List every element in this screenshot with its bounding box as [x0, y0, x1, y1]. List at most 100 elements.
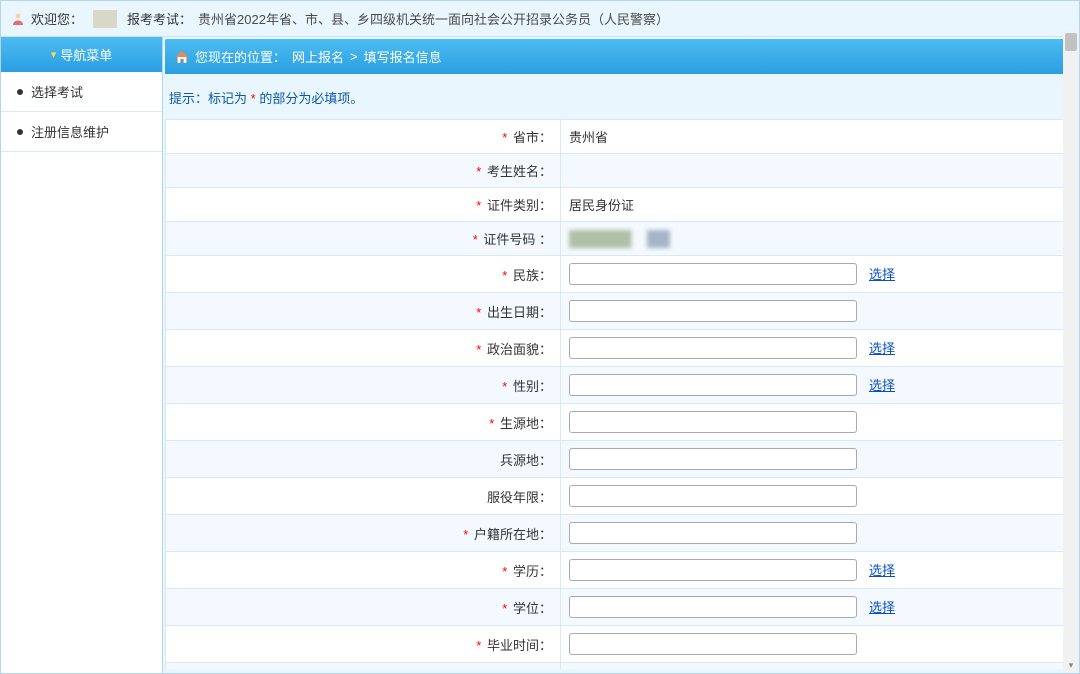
field-label-text: 户籍所在地：	[474, 527, 552, 542]
scroll-down-icon[interactable]: ▾	[1063, 657, 1079, 673]
field-label-text: 毕业时间：	[487, 638, 552, 653]
form-row: * 户籍所在地：	[166, 515, 1077, 552]
field-value	[561, 515, 1077, 552]
field-value: 选择	[561, 330, 1077, 367]
field-input[interactable]	[569, 522, 857, 544]
select-link[interactable]: 选择	[869, 267, 895, 282]
field-value	[561, 663, 1077, 670]
form-row: * 毕业院校：	[166, 663, 1077, 670]
field-text-value: 居民身份证	[569, 198, 634, 213]
form-row: * 证件类别： 居民身份证	[166, 188, 1077, 222]
field-input[interactable]	[569, 485, 857, 507]
field-label-text: 兵源地：	[500, 453, 552, 468]
exam-label: 报考考试：	[127, 9, 192, 28]
field-value	[561, 293, 1077, 330]
home-icon	[175, 50, 189, 64]
field-label-text: 省市：	[513, 130, 552, 145]
hint: 提示：标记为 * 的部分为必填项。	[163, 76, 1079, 119]
topbar: 欢迎您： 报考考试： 贵州省2022年省、市、县、乡四级机关统一面向社会公开招录…	[1, 1, 1079, 37]
field-label: * 学位：	[166, 589, 561, 626]
field-input[interactable]	[569, 633, 857, 655]
form-row: * 毕业时间：	[166, 626, 1077, 663]
page-scrollbar[interactable]: ▴ ▾	[1063, 31, 1079, 673]
field-text-value: 贵州省	[569, 130, 608, 145]
field-label: * 生源地：	[166, 404, 561, 441]
scrollbar-thumb[interactable]	[1065, 33, 1077, 51]
field-label-text: 民族：	[513, 268, 552, 283]
hint-suffix: 的部分为必填项。	[259, 91, 363, 106]
required-star: *	[473, 232, 478, 247]
required-star: *	[476, 164, 481, 179]
id-blurred	[569, 230, 689, 248]
field-label: * 学历：	[166, 552, 561, 589]
select-link[interactable]: 选择	[869, 341, 895, 356]
breadcrumb: 您现在的位置： 网上报名 > 填写报名信息	[165, 39, 1077, 74]
field-input[interactable]	[569, 337, 857, 359]
hint-star: *	[251, 91, 260, 106]
field-label-text: 政治面貌：	[487, 342, 552, 357]
field-label: * 证件类别：	[166, 188, 561, 222]
field-value: 选择	[561, 552, 1077, 589]
breadcrumb-level1[interactable]: 网上报名	[292, 47, 344, 66]
field-label-text: 学位：	[513, 601, 552, 616]
sidebar-item-select-exam[interactable]: 选择考试	[1, 72, 162, 112]
required-star: *	[476, 198, 481, 213]
field-label-text: 性别：	[513, 379, 552, 394]
field-value	[561, 441, 1077, 478]
field-label: * 出生日期：	[166, 293, 561, 330]
hint-prefix: 提示：标记为	[169, 91, 247, 106]
form-row: * 生源地：	[166, 404, 1077, 441]
select-link[interactable]: 选择	[869, 378, 895, 393]
required-star: *	[502, 379, 507, 394]
field-input[interactable]	[569, 448, 857, 470]
form-row: * 民族： 选择	[166, 256, 1077, 293]
field-value	[561, 154, 1077, 188]
sidebar: ▾ 导航菜单 选择考试 注册信息维护	[1, 37, 163, 673]
select-link[interactable]: 选择	[869, 600, 895, 615]
form-row: 服役年限：	[166, 478, 1077, 515]
field-label-text: 考生姓名：	[487, 164, 552, 179]
required-star: *	[502, 601, 507, 616]
form-row: * 考生姓名：	[166, 154, 1077, 188]
field-value: 选择	[561, 367, 1077, 404]
breadcrumb-level2: 填写报名信息	[364, 47, 442, 66]
field-value: 选择	[561, 256, 1077, 293]
welcome-label: 欢迎您：	[31, 9, 83, 28]
form-row: * 学位： 选择	[166, 589, 1077, 626]
field-input[interactable]	[569, 559, 857, 581]
select-link[interactable]: 选择	[869, 563, 895, 578]
field-input[interactable]	[569, 596, 857, 618]
breadcrumb-loc: 您现在的位置：	[195, 47, 286, 66]
form-scroll[interactable]: * 省市：贵州省* 考生姓名：* 证件类别：居民身份证* 证件号码 ：* 民族：…	[165, 119, 1077, 669]
form-row: 兵源地：	[166, 441, 1077, 478]
required-star: *	[489, 416, 494, 431]
form-row: * 性别： 选择	[166, 367, 1077, 404]
field-label-text: 出生日期：	[487, 305, 552, 320]
field-label: * 政治面貌：	[166, 330, 561, 367]
field-label: * 省市：	[166, 120, 561, 154]
form-row: * 省市： 贵州省	[166, 120, 1077, 154]
field-input[interactable]	[569, 263, 857, 285]
scrollbar-track[interactable]	[1063, 31, 1079, 673]
exam-name: 贵州省2022年省、市、县、乡四级机关统一面向社会公开招录公务员（人民警察）	[198, 9, 669, 28]
field-value: 居民身份证	[561, 188, 1077, 222]
required-star: *	[476, 342, 481, 357]
form-row: * 政治面貌： 选择	[166, 330, 1077, 367]
form-table: * 省市：贵州省* 考生姓名：* 证件类别：居民身份证* 证件号码 ：* 民族：…	[165, 119, 1077, 669]
field-label: * 证件号码 ：	[166, 222, 561, 256]
form-row: * 学历： 选择	[166, 552, 1077, 589]
field-input[interactable]	[569, 411, 857, 433]
field-label-text: 生源地：	[500, 416, 552, 431]
required-star: *	[502, 268, 507, 283]
username-blurred	[93, 10, 117, 28]
required-star: *	[502, 564, 507, 579]
user-icon	[11, 12, 25, 26]
field-input[interactable]	[569, 374, 857, 396]
sidebar-item-register-info[interactable]: 注册信息维护	[1, 112, 162, 152]
field-label-text: 证件类别：	[487, 198, 552, 213]
form-row: * 出生日期：	[166, 293, 1077, 330]
field-label: * 性别：	[166, 367, 561, 404]
sidebar-item-label: 选择考试	[31, 82, 83, 101]
field-value: 贵州省	[561, 120, 1077, 154]
field-input[interactable]	[569, 300, 857, 322]
